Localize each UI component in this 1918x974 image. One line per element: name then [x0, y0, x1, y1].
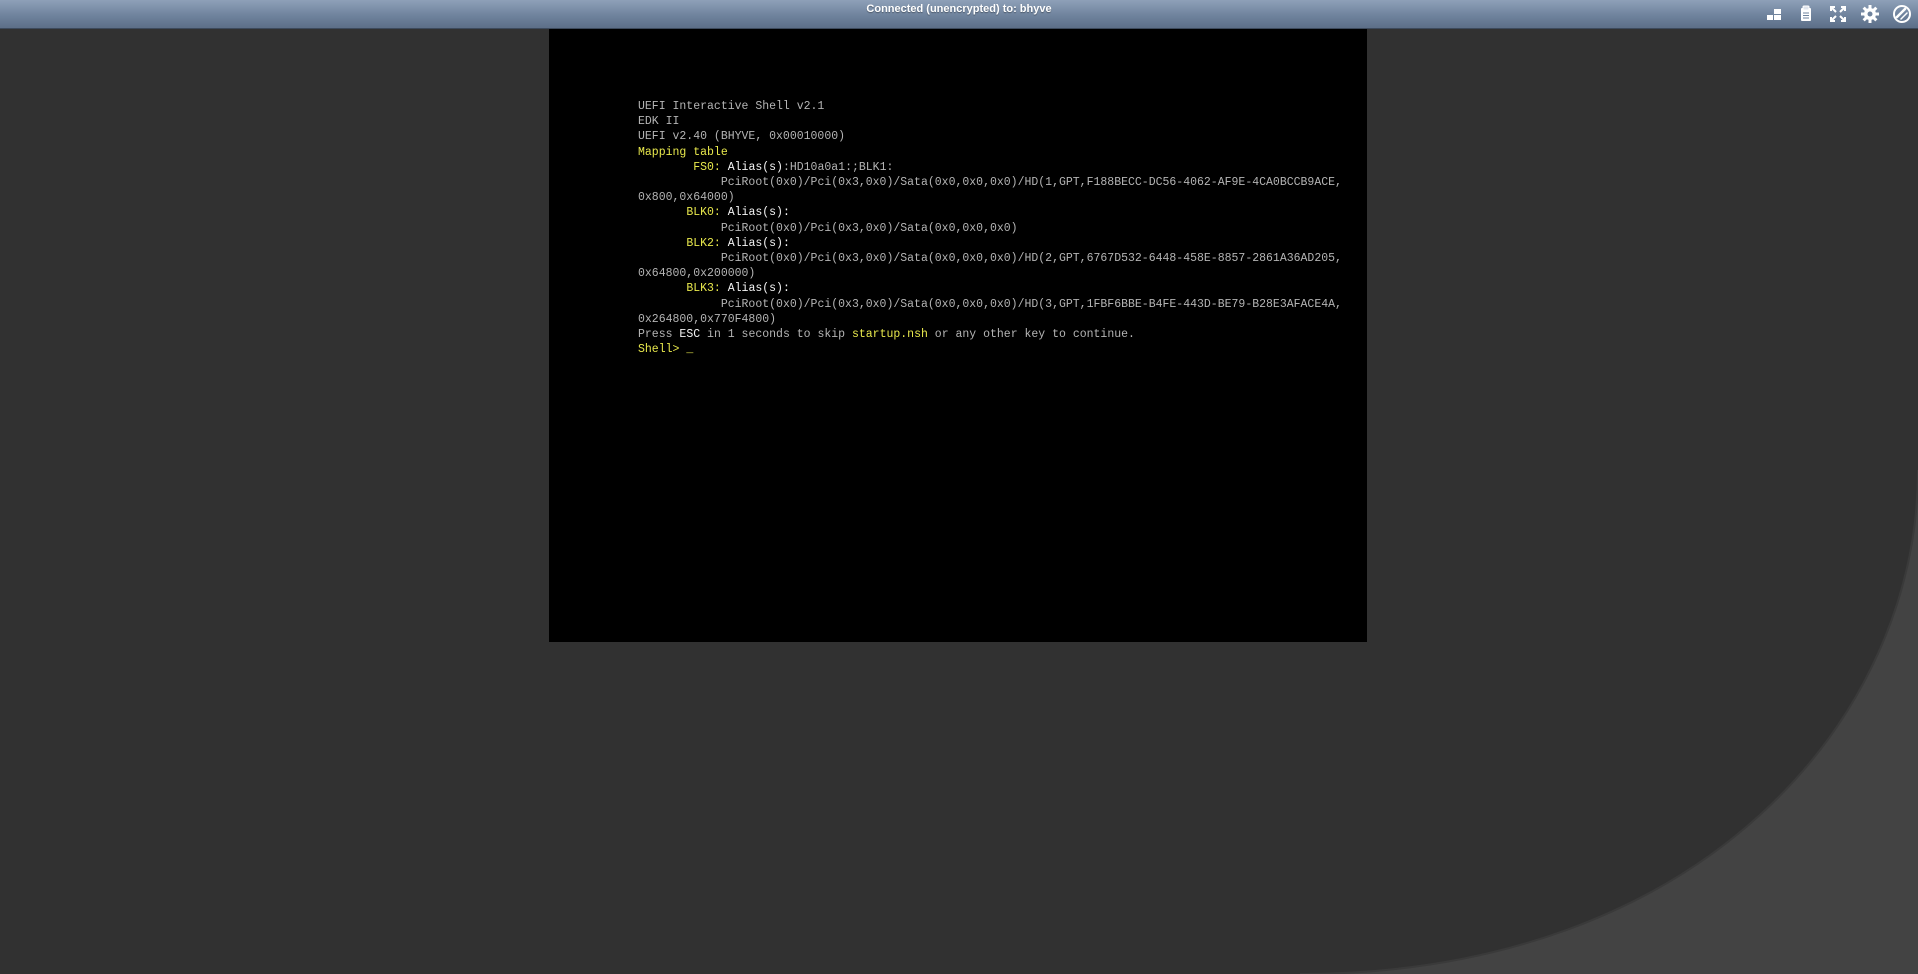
blk0-label: BLK0:	[686, 206, 721, 220]
clipboard-button[interactable]	[1794, 2, 1818, 26]
disconnect-button[interactable]	[1890, 2, 1914, 26]
toolbar	[1762, 2, 1914, 26]
blk0-device-path: PciRoot(0x0)/Pci(0x3,0x0)/Sata(0x0,0x0,0…	[720, 221, 1018, 235]
text-cursor: _	[686, 343, 694, 357]
startup-message-part: in 1 seconds to skip	[700, 328, 852, 342]
disconnect-icon	[1893, 5, 1911, 23]
send-keys-button[interactable]	[1762, 2, 1786, 26]
blk3-device-path-continued: 0x264800,0x770F4800)	[638, 312, 777, 326]
mapping-table-heading: Mapping table	[638, 145, 728, 159]
blk2-alias-label: Alias(s):	[727, 236, 790, 250]
blk3-label: BLK3:	[686, 282, 721, 296]
blk0-alias-label: Alias(s):	[727, 206, 790, 220]
startup-message-part: or any other key to continue.	[927, 328, 1135, 342]
blk2-label: BLK2:	[686, 236, 721, 250]
esc-key-text: ESC	[679, 328, 701, 342]
fs0-alias-value: :HD10a0a1:;BLK1:	[782, 160, 894, 174]
fs0-label: FS0:	[693, 160, 721, 174]
startup-script-name: startup.nsh	[851, 328, 928, 342]
blk2-device-path-continued: 0x64800,0x200000)	[638, 267, 756, 281]
remote-console-screen[interactable]: UEFI Interactive Shell v2.1 EDK II UEFI …	[549, 29, 1367, 642]
fullscreen-icon	[1830, 6, 1846, 22]
shell-prompt: Shell>	[638, 343, 687, 357]
clipboard-icon	[1801, 5, 1811, 21]
blk3-alias-label: Alias(s):	[727, 282, 790, 296]
fs0-alias-label: Alias(s)	[727, 160, 783, 174]
console-line: UEFI Interactive Shell v2.1	[638, 100, 825, 113]
gear-icon	[1861, 5, 1879, 23]
fs0-device-path: PciRoot(0x0)/Pci(0x3,0x0)/Sata(0x0,0x0,0…	[720, 176, 1342, 190]
uefi-shell-output: UEFI Interactive Shell v2.1 EDK II UEFI …	[638, 99, 1342, 357]
fullscreen-button[interactable]	[1826, 2, 1850, 26]
keyboard-keys-icon	[1767, 9, 1781, 20]
console-line: UEFI v2.40 (BHYVE, 0x00010000)	[638, 130, 846, 144]
connection-status-text: Connected (unencrypted) to: bhyve	[866, 3, 1052, 15]
blk3-device-path: PciRoot(0x0)/Pci(0x3,0x0)/Sata(0x0,0x0,0…	[720, 297, 1342, 311]
blk2-device-path: PciRoot(0x0)/Pci(0x3,0x0)/Sata(0x0,0x0,0…	[720, 252, 1342, 266]
settings-button[interactable]	[1858, 2, 1882, 26]
startup-message-part: Press	[638, 328, 680, 342]
status-bar: Connected (unencrypted) to: bhyve	[0, 0, 1918, 29]
console-line: EDK II	[638, 115, 680, 129]
fs0-device-path-continued: 0x800,0x64000)	[638, 191, 735, 205]
